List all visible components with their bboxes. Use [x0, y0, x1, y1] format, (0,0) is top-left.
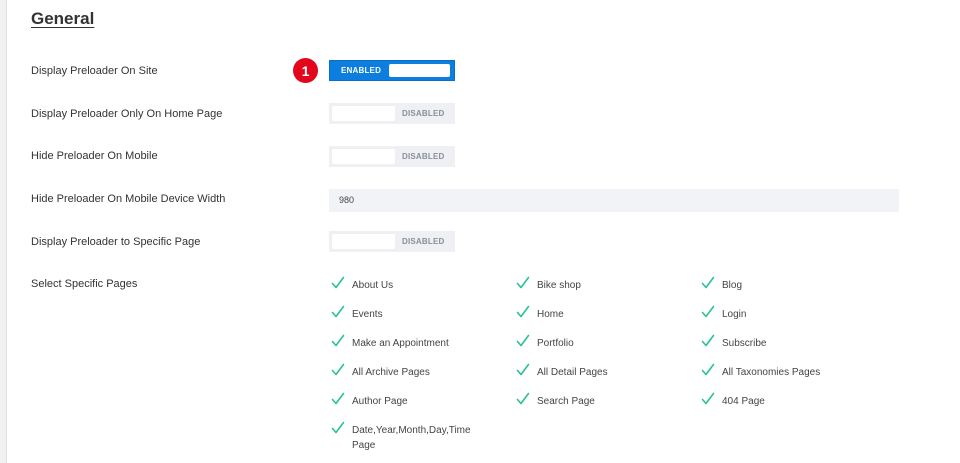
check-icon: [701, 305, 715, 319]
page-option[interactable]: Login: [701, 305, 747, 322]
page-option[interactable]: Events: [331, 305, 383, 322]
page-option[interactable]: All Taxonomies Pages: [701, 363, 821, 380]
check-icon: [701, 392, 715, 406]
check-icon: [701, 276, 715, 290]
display-preloader-toggle[interactable]: ENABLED: [329, 60, 455, 81]
page-option-label: Portfolio: [537, 338, 574, 349]
settings-panel: General Display Preloader On Site 1 ENAB…: [6, 0, 960, 463]
page-option-label: Events: [352, 309, 383, 320]
toggle-knob: [332, 234, 395, 249]
display-preloader-label: Display Preloader On Site: [31, 65, 158, 77]
step-badge: 1: [293, 58, 318, 83]
page-option-label: Make an Appointment: [352, 338, 449, 349]
select-pages-label: Select Specific Pages: [31, 278, 138, 290]
page-option[interactable]: Author Page: [331, 392, 408, 409]
page-option-label: All Detail Pages: [537, 367, 608, 378]
page-option[interactable]: Make an Appointment: [331, 334, 449, 351]
page-option[interactable]: All Detail Pages: [516, 363, 608, 380]
page-option[interactable]: Portfolio: [516, 334, 574, 351]
check-icon: [701, 363, 715, 377]
hide-mobile-toggle[interactable]: DISABLED: [329, 146, 455, 167]
page-option-label: Login: [722, 309, 747, 320]
page-option-label: Blog: [722, 280, 743, 291]
hide-mobile-label: Hide Preloader On Mobile: [31, 150, 158, 162]
page-option-label: All Taxonomies Pages: [722, 367, 821, 378]
toggle-state-label: DISABLED: [402, 152, 445, 161]
home-only-label: Display Preloader Only On Home Page: [31, 108, 223, 120]
toggle-state-label: DISABLED: [402, 237, 445, 246]
page-option[interactable]: All Archive Pages: [331, 363, 430, 380]
specific-page-toggle[interactable]: DISABLED: [329, 231, 455, 252]
toggle-knob: [332, 149, 395, 164]
check-icon: [331, 363, 345, 377]
page-option-label: Bike shop: [537, 280, 581, 291]
toggle-knob: [389, 64, 450, 77]
toggle-state-label: DISABLED: [402, 109, 445, 118]
check-icon: [516, 392, 530, 406]
check-icon: [331, 305, 345, 319]
section-title: General: [31, 9, 95, 28]
page-option-label: Search Page: [537, 396, 595, 407]
page-option-label: About Us: [352, 280, 394, 291]
page-option-label: Date,Year,Month,Day,Time Page: [352, 425, 471, 451]
page-option[interactable]: Subscribe: [701, 334, 767, 351]
check-icon: [331, 421, 345, 435]
check-icon: [516, 334, 530, 348]
page-option-label: Subscribe: [722, 338, 767, 349]
page-option[interactable]: About Us: [331, 276, 394, 293]
page-option[interactable]: Search Page: [516, 392, 595, 409]
specific-page-label: Display Preloader to Specific Page: [31, 236, 201, 248]
toggle-state-label: ENABLED: [341, 66, 382, 75]
mobile-width-input[interactable]: 980: [329, 189, 899, 212]
check-icon: [701, 334, 715, 348]
page-option[interactable]: Date,Year,Month,Day,Time Page: [331, 421, 491, 453]
page-option-label: All Archive Pages: [352, 367, 430, 378]
check-icon: [331, 276, 345, 290]
mobile-width-label: Hide Preloader On Mobile Device Width: [31, 193, 226, 205]
page-option-label: 404 Page: [722, 396, 765, 407]
check-icon: [331, 334, 345, 348]
page-option[interactable]: Home: [516, 305, 564, 322]
page-option-label: Home: [537, 309, 564, 320]
page-option[interactable]: Blog: [701, 276, 743, 293]
check-icon: [516, 363, 530, 377]
check-icon: [516, 276, 530, 290]
page-option[interactable]: Bike shop: [516, 276, 581, 293]
check-icon: [516, 305, 530, 319]
toggle-knob: [332, 106, 395, 121]
page-option-label: Author Page: [352, 396, 408, 407]
check-icon: [331, 392, 345, 406]
page-option[interactable]: 404 Page: [701, 392, 765, 409]
home-only-toggle[interactable]: DISABLED: [329, 103, 455, 124]
